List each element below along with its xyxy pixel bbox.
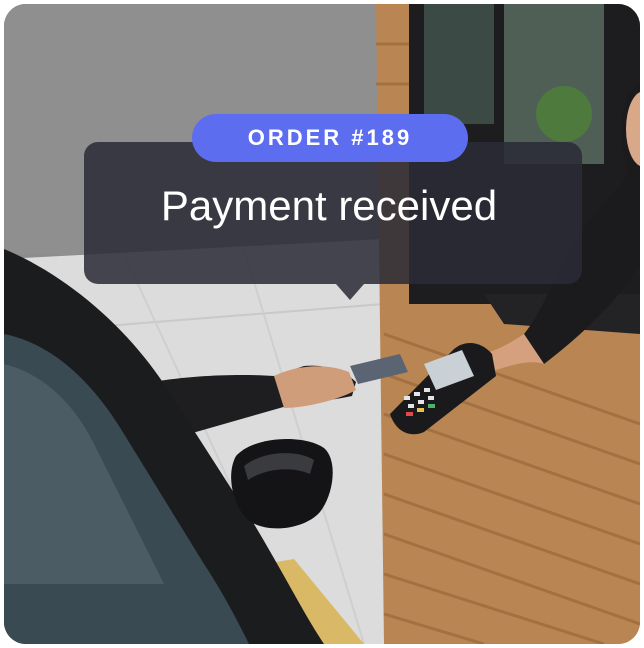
notification-bubble-tail — [336, 284, 364, 300]
order-number-badge: ORDER #189 — [192, 114, 468, 162]
payment-status-message: Payment received — [160, 182, 498, 229]
drive-thru-payment-photo — [4, 4, 640, 644]
photo-card — [4, 4, 640, 644]
